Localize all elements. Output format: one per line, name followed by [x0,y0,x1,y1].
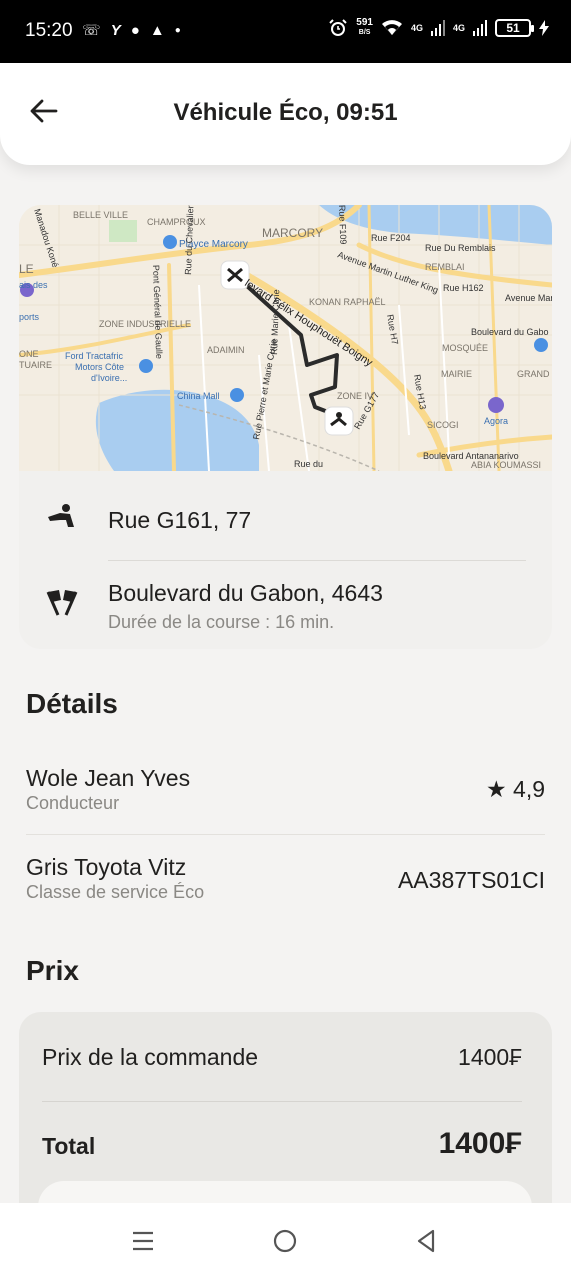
svg-text:Agora: Agora [484,416,508,426]
svg-text:CHAMPROUX: CHAMPROUX [147,217,206,227]
svg-text:Rue F109: Rue F109 [337,205,348,245]
destination-row: Boulevard du Gabon, 4643 Durée de la cou… [19,561,552,649]
network-type-1: 4G [410,23,423,33]
svg-text:Rue F204: Rue F204 [371,233,411,243]
svg-text:China Mall: China Mall [177,391,220,401]
svg-text:GRAND M: GRAND M [517,369,552,379]
order-price-value: 1400₣ [458,1044,522,1070]
svg-text:ONE: ONE [19,349,39,359]
notification-icons: ☏ Y ● ▲ ● [82,22,181,40]
pickup-row: Rue G161, 77 [19,471,552,561]
system-nav-bar [0,1203,571,1280]
chat-icon: ● [130,22,140,39]
alarm-icon [329,19,347,36]
svg-text:ZONE INDUSTRIELLE: ZONE INDUSTRIELLE [99,319,191,329]
snapchat-icon: ▲ [149,22,165,39]
svg-text:LE: LE [19,262,34,276]
pickup-marker [324,406,354,436]
details-title: Détails [26,688,118,719]
network-type-2: 4G [452,23,465,33]
page-title: Véhicule Éco, 09:51 [173,99,398,126]
car-row[interactable]: Gris Toyota Vitz Classe de service Éco A… [26,854,545,903]
order-price-row: Prix de la commande 1400₣ [42,1044,522,1071]
svg-text:Avenue Martin: Avenue Martin [505,293,552,303]
menu-icon [133,1231,153,1251]
details-divider [26,834,545,835]
svg-text:ADAIMIN: ADAIMIN [207,345,245,355]
back-nav-button[interactable] [406,1221,446,1261]
wifi-icon [381,20,402,35]
svg-text:SICOGI: SICOGI [427,420,459,430]
driver-row[interactable]: Wole Jean Yves Conducteur ★ 4,9 [26,765,545,814]
svg-text:ABIA KOUMASSI: ABIA KOUMASSI [471,460,541,470]
recent-apps-button[interactable] [123,1221,163,1261]
route-card: BELLE VILLE CHAMPROUX MARCORY Playce Mar… [19,205,552,649]
network-speed: 591 B/S [356,17,373,37]
driver-name: Wole Jean Yves [26,765,191,791]
svg-text:TUAIRE: TUAIRE [19,360,52,370]
total-row: Total 1400₣ [42,1127,522,1160]
svg-text:REMBLAI: REMBLAI [425,262,465,272]
route-map[interactable]: BELLE VILLE CHAMPROUX MARCORY Playce Mar… [19,205,552,471]
pickup-person-icon [45,499,79,533]
svg-text:Ford Tractafric: Ford Tractafric [65,351,124,361]
svg-text:ais des: ais des [19,280,48,290]
svg-text:Boulevard du Gabo: Boulevard du Gabo [471,327,549,337]
whatsapp-icon: ☏ [82,22,101,39]
svg-text:Rue du: Rue du [294,459,323,469]
svg-text:d'Ivoire...: d'Ivoire... [91,373,127,383]
destination-address: Boulevard du Gabon, 4643 [108,580,383,606]
battery-icon: 51 [495,19,534,37]
signal-icon-1 [430,20,445,36]
total-value: 1400₣ [438,1127,522,1160]
price-card: Prix de la commande 1400₣ Total 1400₣ [19,1012,552,1232]
order-price-label: Prix de la commande [42,1044,259,1070]
status-time: 15:20 [25,20,73,41]
system-icons: 591 B/S 4G 4G 51 [328,18,549,38]
svg-text:KONAN RAPHAËL: KONAN RAPHAËL [309,297,386,307]
svg-text:Rue H162: Rue H162 [443,283,484,293]
signal-icon-2 [473,20,487,36]
svg-text:MOSQUÉE: MOSQUÉE [442,343,488,353]
price-divider [42,1101,522,1102]
svg-text:MAIRIE: MAIRIE [441,369,472,379]
license-plate: AA387TS01CI [397,867,545,893]
map-svg: BELLE VILLE CHAMPROUX MARCORY Playce Mar… [19,205,552,471]
charging-icon [539,20,549,36]
driver-role: Conducteur [26,793,120,813]
svg-text:Rue Du Remblais: Rue Du Remblais [425,243,496,253]
svg-text:BELLE VILLE: BELLE VILLE [73,210,128,220]
pickup-address: Rue G161, 77 [108,507,252,533]
home-circle-icon [273,1229,297,1253]
app-icon: Y [110,22,121,39]
price-title: Prix [26,955,79,986]
header: Véhicule Éco, 09:51 [0,63,571,165]
trip-duration: Durée de la course : 16 min. [108,612,335,632]
driver-rating: ★ 4,9 [486,776,545,802]
svg-text:ports: ports [19,312,40,322]
home-button[interactable] [265,1221,305,1261]
triangle-back-icon [417,1229,435,1253]
status-bar: 15:20 ☏ Y ● ▲ ● 591 B/S 4G 4G 51 [0,0,571,63]
finish-flags-icon [45,587,79,621]
svg-text:MARCORY: MARCORY [262,226,323,240]
svg-text:Motors Côte: Motors Côte [75,362,124,372]
dot-icon: ● [174,25,181,36]
